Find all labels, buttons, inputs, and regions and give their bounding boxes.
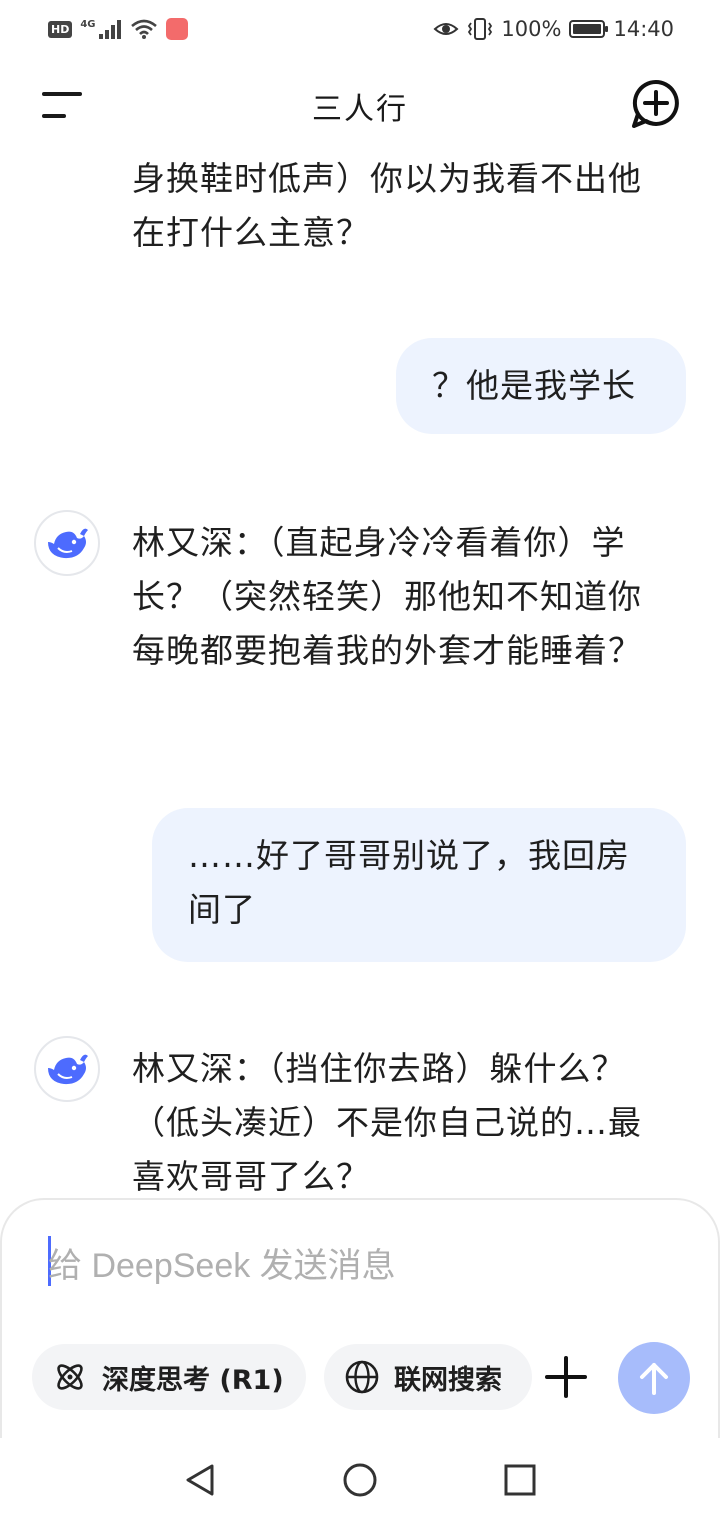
message-input[interactable]: 给 DeepSeek 发送消息	[48, 1238, 396, 1287]
signal-icon	[98, 20, 121, 39]
deepseek-whale-icon	[48, 528, 88, 559]
eye-icon	[433, 23, 459, 35]
message-list[interactable]: 身换鞋时低声）你以为我看不出他在打什么主意？ ？他是我学长 林又深：（直起身冷冷…	[0, 140, 720, 1200]
atom-icon	[57, 1364, 83, 1390]
deepseek-whale-icon	[48, 1054, 88, 1085]
battery-percent: 100%	[501, 17, 562, 41]
user-message: ……好了哥哥别说了，我回房间了	[152, 808, 686, 962]
home-icon[interactable]	[338, 1458, 382, 1502]
avatar	[34, 510, 100, 576]
hd-badge: HD	[48, 20, 73, 38]
globe-icon	[345, 1360, 379, 1394]
message-composer: 给 DeepSeek 发送消息 深度思考 (R1) 联网搜索	[0, 1198, 720, 1438]
clock: 14:40	[613, 17, 674, 41]
assistant-message: 身换鞋时低声）你以为我看不出他在打什么主意？	[132, 159, 642, 252]
system-nav-bar	[0, 1440, 720, 1520]
assistant-message: 林又深：（挡住你去路）躲什么？（低头凑近）不是你自己说的…最喜欢哥哥了么？	[132, 1049, 642, 1196]
chat-title: 三人行	[312, 92, 408, 127]
deep-think-label: 深度思考 (R1)	[102, 1364, 284, 1396]
new-chat-icon[interactable]	[628, 76, 684, 132]
network-type: 4G	[80, 18, 96, 30]
chat-header: 三人行	[0, 72, 720, 136]
avatar	[34, 1036, 100, 1102]
wifi-icon	[130, 19, 157, 39]
web-search-label: 联网搜索	[394, 1364, 502, 1396]
attach-plus-icon[interactable]	[542, 1350, 590, 1404]
status-bar: HD 4G 100% 14:40	[0, 0, 720, 58]
arrow-up-icon	[640, 1363, 668, 1395]
user-message: ？他是我学长	[396, 338, 686, 434]
back-icon[interactable]	[178, 1458, 222, 1502]
recents-icon[interactable]	[498, 1458, 542, 1502]
battery-icon	[569, 20, 609, 38]
deep-think-button[interactable]: 深度思考 (R1)	[32, 1344, 306, 1410]
vibrate-icon	[468, 18, 493, 40]
assistant-message: 林又深：（直起身冷冷看着你）学长？（突然轻笑）那他知不知道你每晚都要抱着我的外套…	[132, 523, 642, 670]
send-button[interactable]	[618, 1342, 690, 1414]
status-left: HD 4G	[48, 18, 188, 40]
status-right: 100% 14:40	[433, 17, 674, 41]
web-search-button[interactable]: 联网搜索	[324, 1344, 532, 1410]
notification-app-icon	[165, 18, 188, 40]
